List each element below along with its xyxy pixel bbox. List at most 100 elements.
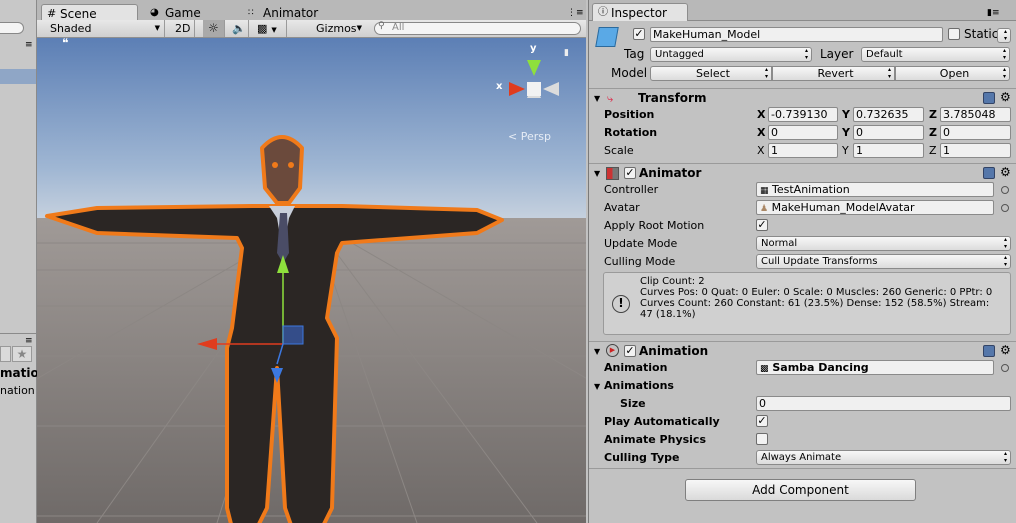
animator-controller-icon: ▦ xyxy=(760,186,769,196)
info-line-1: Clip Count: 2 xyxy=(640,276,705,287)
scale-y-label: Y xyxy=(842,144,849,157)
foldout-arrow-icon[interactable]: ▼ xyxy=(594,168,600,180)
tab-inspector[interactable]: ⓘ Inspector xyxy=(592,3,688,21)
favorite-star-icon[interactable]: ★ xyxy=(12,346,32,362)
tag-dropdown[interactable]: Untagged xyxy=(650,47,812,62)
layer-label: Layer xyxy=(820,47,854,61)
projection-label[interactable]: < Persp xyxy=(508,130,551,144)
scene-search-input[interactable]: ⚲ All xyxy=(374,21,581,35)
animation-enabled-checkbox[interactable]: ✓ xyxy=(624,345,636,357)
culling-mode-dropdown[interactable]: Cull Update Transforms xyxy=(756,254,1011,269)
help-book-icon[interactable] xyxy=(983,345,995,357)
partial-label-1: matio xyxy=(0,366,39,380)
animations-size-field[interactable]: 0 xyxy=(756,396,1011,411)
inspector-menu-icon[interactable]: ▮≡ xyxy=(987,8,1000,18)
size-label: Size xyxy=(620,397,646,410)
animator-info-box: ! Clip Count: 2 Curves Pos: 0 Quat: 0 Eu… xyxy=(603,272,1011,335)
scale-y-field[interactable]: 1 xyxy=(853,143,924,158)
position-x-field[interactable]: -0.739130 xyxy=(768,107,838,122)
controller-label: Controller xyxy=(604,183,659,196)
controller-field[interactable]: ▦ TestAnimation xyxy=(756,182,994,197)
object-picker-icon[interactable] xyxy=(1001,186,1009,194)
partial-label-2: nation xyxy=(0,384,35,397)
scale-z-label: Z xyxy=(929,144,937,157)
effects-toggle-icon[interactable]: ▩ ▼ xyxy=(251,20,287,37)
shading-mode-dropdown[interactable]: Shaded ▼ xyxy=(44,20,165,37)
model-revert-button[interactable]: Revert xyxy=(772,66,895,81)
help-book-icon[interactable] xyxy=(983,92,995,104)
help-book-icon[interactable] xyxy=(983,167,995,179)
filter-button[interactable] xyxy=(0,346,11,362)
position-y-field[interactable]: 0.732635 xyxy=(853,107,924,122)
gameobject-icon xyxy=(595,27,619,47)
model-open-button[interactable]: Open xyxy=(895,66,1010,81)
culling-type-dropdown[interactable]: Always Animate xyxy=(756,450,1011,465)
position-z-field[interactable]: 3.785048 xyxy=(940,107,1011,122)
scale-z-field[interactable]: 1 xyxy=(940,143,1011,158)
toggle-2d-button[interactable]: 2D xyxy=(171,20,195,37)
play-automatically-checkbox[interactable]: ✓ xyxy=(756,415,768,427)
scene-render[interactable] xyxy=(37,38,586,523)
static-dropdown[interactable] xyxy=(997,28,1011,43)
static-label: Static xyxy=(964,27,999,41)
active-checkbox[interactable]: ✓ xyxy=(633,28,645,40)
tag-label: Tag xyxy=(624,47,645,61)
scale-x-field[interactable]: 1 xyxy=(768,143,838,158)
pos-y-label: Y xyxy=(842,108,850,121)
hierarchy-search[interactable] xyxy=(0,22,24,34)
add-component-button[interactable]: Add Component xyxy=(685,479,916,501)
info-line-3: Curves Count: 260 Constant: 61 (23.5%) D… xyxy=(640,298,990,309)
search-placeholder: All xyxy=(392,22,405,33)
transform-title: Transform xyxy=(638,91,707,105)
object-picker-icon[interactable] xyxy=(1001,204,1009,212)
lighting-toggle-icon[interactable]: ☼ xyxy=(203,20,225,37)
hierarchy-menu-icon[interactable]: ≡ xyxy=(25,40,33,50)
avatar-field[interactable]: ♟ MakeHuman_ModelAvatar xyxy=(756,200,994,215)
model-select-button[interactable]: Select xyxy=(650,66,772,81)
animate-physics-checkbox[interactable] xyxy=(756,433,768,445)
animation-clip-field[interactable]: ▩ Samba Dancing xyxy=(756,360,994,375)
menu-icon[interactable]: ≡ xyxy=(25,336,33,346)
rotation-y-field[interactable]: 0 xyxy=(853,125,924,140)
update-mode-dropdown[interactable]: Normal xyxy=(756,236,1011,251)
rotation-z-field[interactable]: 0 xyxy=(940,125,1011,140)
info-icon: ⓘ xyxy=(598,7,608,18)
scene-viewport[interactable]: y x ▮ < Persp ❝ xyxy=(37,38,586,523)
gear-icon[interactable]: ⚙ xyxy=(1000,91,1011,103)
scale-x-label: X xyxy=(757,144,765,157)
gear-icon[interactable]: ⚙ xyxy=(1000,166,1011,178)
window-menu-icon[interactable]: ⋮≡ xyxy=(567,8,584,18)
static-checkbox[interactable] xyxy=(948,28,960,40)
scene-toolbar: Shaded ▼ 2D ☼ 🔈 ▩ ▼ Gizmos ▼ ⚲ All xyxy=(37,20,586,38)
layer-dropdown[interactable]: Default xyxy=(861,47,1010,62)
apply-root-motion-label: Apply Root Motion xyxy=(604,219,705,232)
apply-root-motion-checkbox[interactable]: ✓ xyxy=(756,219,768,231)
animation-component-icon: ▶ xyxy=(606,344,619,357)
object-name-field[interactable]: MakeHuman_Model xyxy=(650,27,943,42)
gizmos-dropdown[interactable]: Gizmos ▼ xyxy=(310,20,366,37)
foldout-arrow-icon[interactable]: ▼ xyxy=(594,346,600,358)
object-picker-icon[interactable] xyxy=(1001,364,1009,372)
animator-component-icon xyxy=(606,167,619,180)
foldout-arrow-icon[interactable]: ▼ xyxy=(594,93,600,105)
gear-icon[interactable]: ⚙ xyxy=(1000,344,1011,356)
rotation-x-field[interactable]: 0 xyxy=(768,125,838,140)
dropdown-arrow-icon: ▼ xyxy=(356,24,362,32)
lock-icon[interactable]: ▮ xyxy=(564,46,569,60)
animation-title: Animation xyxy=(639,344,709,358)
gizmo-plane-handle[interactable] xyxy=(282,325,304,345)
hierarchy-selected-row[interactable] xyxy=(0,69,36,84)
info-icon: ! xyxy=(612,295,630,313)
info-line-2: Curves Pos: 0 Quat: 0 Euler: 0 Scale: 0 … xyxy=(640,287,993,298)
revert-label: Revert xyxy=(817,67,854,80)
panel-divider xyxy=(0,333,36,334)
animate-physics-label: Animate Physics xyxy=(604,433,706,446)
scale-label: Scale xyxy=(604,144,634,157)
animation-label: Animation xyxy=(604,361,668,374)
animator-enabled-checkbox[interactable]: ✓ xyxy=(624,167,636,179)
animations-label: Animations xyxy=(604,379,674,392)
rotation-label: Rotation xyxy=(604,126,658,139)
audio-toggle-icon[interactable]: 🔈 xyxy=(227,20,249,37)
gizmo-y-label: y xyxy=(530,43,537,54)
animations-foldout-arrow-icon[interactable]: ▼ xyxy=(594,381,600,393)
